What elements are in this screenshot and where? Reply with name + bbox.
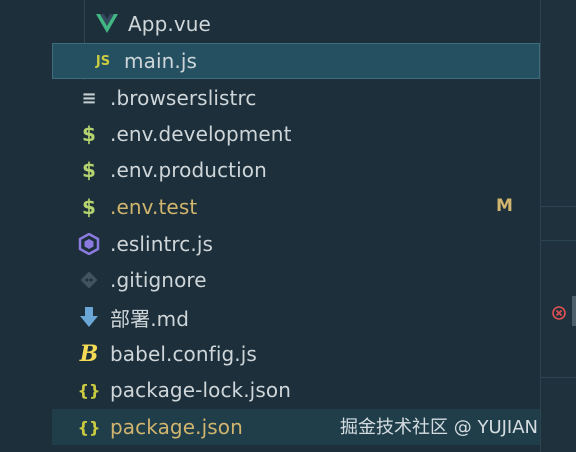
javascript-icon: JS xyxy=(95,53,111,69)
file-name: .env.test xyxy=(110,195,198,219)
eslint-icon xyxy=(78,232,100,256)
babel-icon: B xyxy=(79,341,99,367)
file-name: babel.config.js xyxy=(110,342,257,366)
file-item-eslintrc[interactable]: .eslintrc.js xyxy=(0,226,540,262)
file-item-gitignore[interactable]: .gitignore xyxy=(0,262,540,298)
error-icon[interactable] xyxy=(552,306,566,320)
file-name: package.json xyxy=(110,415,243,439)
text-lines-icon: ≡ xyxy=(81,87,97,109)
file-name: .browserslistrc xyxy=(110,86,257,110)
gutter-separator xyxy=(541,377,576,378)
dollar-icon: $ xyxy=(82,158,96,182)
git-modified-badge: M xyxy=(496,196,513,216)
file-item-deploy-md[interactable]: 部署.md xyxy=(0,299,540,335)
vue-icon xyxy=(96,12,118,36)
file-item-babel-config[interactable]: B babel.config.js xyxy=(0,336,540,372)
dollar-icon: $ xyxy=(82,195,96,219)
file-name: .gitignore xyxy=(110,268,207,292)
file-item-env-development[interactable]: $ .env.development xyxy=(0,116,540,152)
file-item-app-vue[interactable]: App.vue xyxy=(0,6,540,42)
scrollbar-thumb[interactable] xyxy=(572,296,576,326)
gutter-separator xyxy=(541,206,576,207)
file-item-browserslistrc[interactable]: ≡ .browserslistrc xyxy=(0,80,540,116)
json-braces-icon: {} xyxy=(77,417,101,437)
file-item-main-js[interactable]: JS main.js xyxy=(52,43,540,79)
file-name: .eslintrc.js xyxy=(110,232,214,256)
git-icon xyxy=(78,268,100,292)
editor-gutter xyxy=(541,0,576,452)
json-braces-icon: {} xyxy=(77,380,101,400)
dollar-icon: $ xyxy=(82,122,96,146)
file-name: 部署.md xyxy=(110,306,190,331)
file-item-env-test[interactable]: $ .env.test xyxy=(0,189,540,225)
file-name: .env.development xyxy=(110,122,292,146)
file-name: App.vue xyxy=(128,12,211,36)
gutter-separator xyxy=(541,240,576,241)
file-item-env-production[interactable]: $ .env.production xyxy=(0,152,540,188)
file-item-package-lock[interactable]: {} package-lock.json xyxy=(0,372,540,408)
file-name: .env.production xyxy=(110,158,267,182)
file-explorer: App.vue JS main.js ≡ .browserslistrc $ .… xyxy=(0,0,540,452)
file-name: main.js xyxy=(124,49,198,73)
file-name: package-lock.json xyxy=(110,378,291,402)
markdown-download-icon xyxy=(78,305,100,329)
watermark-text: 掘金技术社区 @ YUJIAN xyxy=(340,417,539,438)
